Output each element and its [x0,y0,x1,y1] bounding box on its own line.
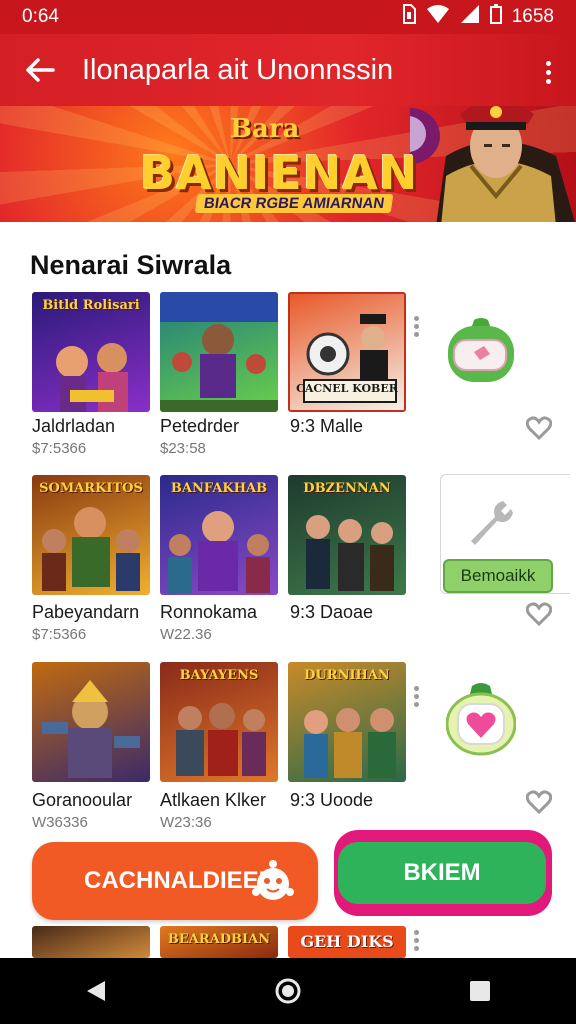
game-tile-badge: CACNEL KOBER [296,382,398,395]
game-tile-7[interactable] [32,662,150,782]
status-right-text: 1658 [511,6,554,27]
game-tile-badge: BAYAYENS [179,668,259,683]
ticket-sticker-icon [448,318,514,382]
more-vert-icon [413,686,419,691]
primary-action-label: CACHNALDIEEI [84,867,266,894]
hero-character-image [436,106,575,222]
game-tile-badge: DURNIHAN [304,668,390,683]
app-screen: 0:64 1658 Ilonaparla ait Unonnssin Bara … [0,0,576,1024]
game-tile-badge: BANFAKHAB [170,481,268,496]
sim-card-icon [402,4,416,30]
nav-home-button[interactable] [258,961,318,1021]
game-tile-8[interactable]: BAYAYENS [160,662,278,782]
game-tile-badge: SOMARKITOS [39,481,143,496]
game-tile-10[interactable] [32,926,150,958]
game-title: 9:3 Daoae [290,602,374,622]
mascot-icon [252,860,294,900]
game-price: $23:58 [160,440,206,457]
game-tile-badge: DBZENNAN [303,481,391,496]
side-card-button[interactable]: Bemoaikk [443,559,553,593]
game-title: Goranooular [32,790,133,810]
secondary-action-label: BKIEM [338,842,546,904]
app-title: Ilonaparla ait Unonnssin [82,53,394,86]
game-title: Pabeyandarn [32,602,140,622]
square-recents-icon [470,981,490,1001]
arrow-left-icon [26,58,55,82]
game-title: Jaldrladan [32,416,116,436]
banner-headline: BANIENAN [140,146,419,200]
section-title: Nenarai Siwrala [30,250,232,280]
secondary-action-button[interactable]: BKIEM [334,830,552,916]
favorite-heart-icon[interactable] [526,416,552,440]
promo-banner[interactable]: Bara BANIENAN BIACR RGBE AMIARNAN [0,106,576,222]
game-title: 9:3 Malle [290,416,364,436]
status-time: 0:64 [22,6,59,27]
more-options-button[interactable] [411,930,421,952]
game-title: Ronnokama [160,602,258,622]
primary-action-button[interactable]: CACHNALDIEEI [32,842,318,920]
game-price: $7:5366 [32,626,87,643]
more-options-button[interactable] [411,686,421,708]
action-sheet: CACHNALDIEEI BKIEM [0,822,576,926]
app-bar: Ilonaparla ait Unonnssin [0,34,576,106]
signal-icon [460,4,480,30]
game-tile-badge: Bitld Rolisari [42,298,140,313]
game-title: Petedrder [160,416,240,436]
game-tile-3[interactable]: CACNEL KOBER [288,292,406,412]
game-tile-12[interactable]: GEH DIKS [288,926,406,958]
back-button[interactable] [20,50,60,90]
home-circle-icon [275,978,301,1004]
game-tile-6[interactable]: DBZENNAN [288,475,406,595]
wrench-icon [471,501,513,545]
more-vert-icon [545,60,551,66]
game-tile-2[interactable] [160,292,278,412]
banner-subtitle: BIACR RGBE AMIARNAN [194,194,394,213]
game-tile-1[interactable]: Bitld Rolisari [32,292,150,412]
system-nav-bar [0,958,576,1024]
game-tile-5[interactable]: BANFAKHAB [160,475,278,595]
game-tile-4[interactable]: SOMARKITOS [32,475,150,595]
game-tile-9[interactable]: DURNIHAN [288,662,406,782]
favorite-heart-icon[interactable] [526,790,552,814]
overflow-menu-button[interactable] [538,52,558,92]
game-title: Atlkaen Klker [160,790,267,810]
wifi-icon [426,4,450,30]
game-art-image [160,292,278,412]
more-vert-icon [413,316,419,321]
more-vert-icon [413,930,419,935]
more-options-button[interactable] [411,316,421,338]
triangle-back-icon [87,981,105,1001]
status-icons: 1658 [402,4,554,30]
game-price: W22.36 [160,626,212,643]
game-title: 9:3 Uoode [290,790,374,810]
side-promo-card[interactable]: Bemoaikk [440,474,570,594]
game-tile-badge: BEARADBIAN [167,932,271,947]
battery-icon [489,4,502,30]
game-tile-11[interactable]: BEARADBIAN [160,926,278,958]
status-bar: 0:64 1658 [0,0,576,34]
nav-back-button[interactable] [66,961,126,1021]
favorite-heart-icon[interactable] [526,602,552,626]
game-tile-badge: GEH DIKS [300,932,394,951]
nav-recents-button[interactable] [450,961,510,1021]
heart-sticker-icon [446,683,516,756]
game-art-image [42,680,140,778]
banner-small-text: Bara [230,114,300,144]
game-price: $7:5366 [32,440,87,457]
